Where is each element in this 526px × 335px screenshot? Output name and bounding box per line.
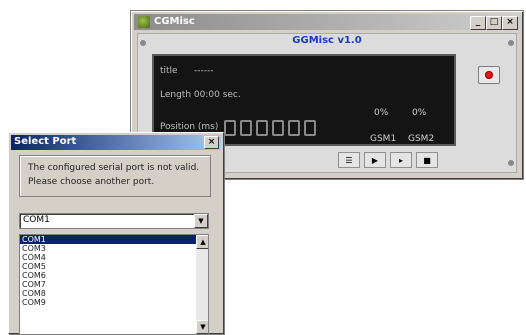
list-scrollbar[interactable]: ▲ ▼ <box>196 235 208 334</box>
maximize-button[interactable]: □ <box>486 16 502 30</box>
scroll-up-icon[interactable]: ▲ <box>196 235 208 249</box>
dialog-title: Select Port <box>14 136 77 147</box>
list-item[interactable]: COM9 <box>20 298 208 307</box>
list-item[interactable]: COM7 <box>20 280 208 289</box>
screw-icon <box>508 160 514 166</box>
record-button[interactable] <box>478 66 500 84</box>
close-button[interactable]: × <box>502 16 518 30</box>
length-readout: Length 00:00 sec. <box>160 90 241 100</box>
step-icon: ▸ <box>398 155 403 165</box>
list-item[interactable]: COM5 <box>20 262 208 271</box>
list-item[interactable]: COM8 <box>20 289 208 298</box>
list-item[interactable]: COM6 <box>20 271 208 280</box>
record-icon <box>485 71 493 79</box>
scroll-down-icon[interactable]: ▼ <box>196 320 208 334</box>
digit-cell <box>272 120 284 136</box>
dialog-titlebar[interactable]: Select Port × <box>11 135 221 150</box>
play-button[interactable]: ▶ <box>364 152 386 168</box>
step-button[interactable]: ▸ <box>390 152 412 168</box>
digit-cell <box>256 120 268 136</box>
list-item[interactable]: COM3 <box>20 244 208 253</box>
port-list[interactable]: COM1 COM3 COM4 COM5 COM6 COM7 COM8 COM9 … <box>19 234 209 335</box>
minimize-button[interactable]: _ <box>470 16 486 30</box>
port-combobox[interactable]: COM1 ▼ <box>19 213 209 229</box>
player-window-title: CGMisc <box>154 16 195 27</box>
position-label: Position (ms) <box>160 122 219 132</box>
dialog-close-button[interactable]: × <box>204 136 219 149</box>
gsm2-percent: 0% <box>412 108 427 118</box>
playlist-icon: ☰ <box>345 155 353 165</box>
title-label: title <box>160 66 178 76</box>
screw-icon <box>508 40 514 46</box>
digit-cell <box>240 120 252 136</box>
title-value: ------ <box>194 66 214 76</box>
app-headline: GGMisc v1.0 <box>292 35 362 46</box>
list-item[interactable]: COM4 <box>20 253 208 262</box>
select-port-dialog: Select Port × The configured serial port… <box>8 132 224 335</box>
screw-icon <box>140 40 146 46</box>
stop-button[interactable]: ■ <box>416 152 438 168</box>
play-icon: ▶ <box>371 155 379 165</box>
list-item[interactable]: COM1 <box>20 235 208 244</box>
stop-icon: ■ <box>423 155 431 165</box>
playlist-button[interactable]: ☰ <box>338 152 360 168</box>
app-logo-icon <box>138 16 150 28</box>
digit-cell <box>304 120 316 136</box>
digit-cell <box>224 120 236 136</box>
player-titlebar[interactable]: CGMisc _ □ × <box>134 14 520 30</box>
gsm2-label: GSM2 <box>408 134 435 144</box>
digit-cell <box>288 120 300 136</box>
gsm1-percent: 0% <box>374 108 389 118</box>
position-digits <box>224 120 316 136</box>
message-box: The configured serial port is not valid.… <box>19 155 211 197</box>
message-line-1: The configured serial port is not valid. <box>28 163 200 173</box>
port-combobox-value: COM1 <box>23 215 50 225</box>
message-line-2: Please choose another port. <box>28 177 155 187</box>
gsm1-label: GSM1 <box>370 134 397 144</box>
chevron-down-icon[interactable]: ▼ <box>194 214 208 228</box>
